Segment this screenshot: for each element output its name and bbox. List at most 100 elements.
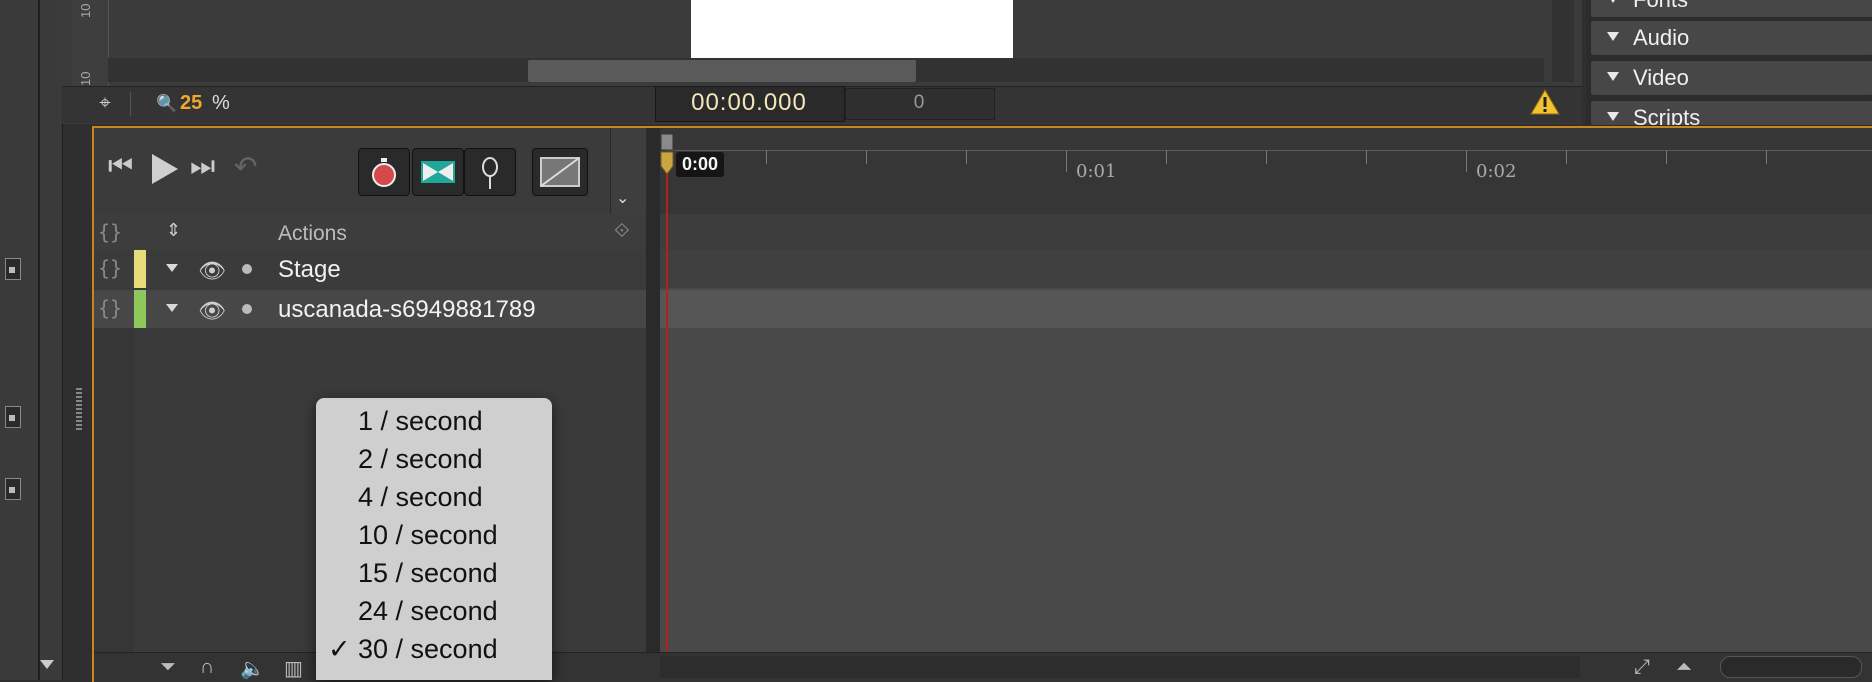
- transition-icon: [421, 161, 455, 183]
- keyframe-settings-icon[interactable]: ⟐: [614, 220, 630, 243]
- ruler-tick: [1466, 150, 1467, 172]
- expand-icon[interactable]: ⤢: [1634, 656, 1650, 679]
- fps-option-selected[interactable]: ✓ 30 / second: [316, 632, 552, 670]
- ruler-tick: [866, 150, 867, 164]
- fps-option-label: 2 / second: [358, 444, 483, 474]
- panel-section-video[interactable]: Video: [1590, 60, 1872, 96]
- fps-option-label: 24 / second: [358, 596, 498, 626]
- disclosure-triangle-icon: [1607, 32, 1619, 41]
- panel-section-fonts[interactable]: Fonts: [1590, 0, 1872, 18]
- layer-color-swatch: [134, 290, 146, 328]
- fps-option[interactable]: 10 / second: [316, 518, 552, 556]
- current-time[interactable]: 00:00.000: [655, 89, 843, 117]
- dock-handle[interactable]: [5, 478, 21, 500]
- magnet-icon[interactable]: ∩: [200, 656, 214, 679]
- fps-dropdown-menu: 1 / second 2 / second 4 / second 10 / se…: [316, 398, 552, 680]
- braces-icon[interactable]: {}: [98, 220, 122, 244]
- zoom-unit: %: [212, 92, 230, 114]
- actions-header: Actions: [278, 222, 347, 245]
- grid-row-uscanada[interactable]: [660, 290, 1872, 328]
- dock-divider: [38, 0, 40, 680]
- ruler-tick: [1666, 150, 1667, 164]
- dock-handle[interactable]: [5, 258, 21, 280]
- panel-section-audio[interactable]: Audio: [1590, 20, 1872, 56]
- ruler-tick: [966, 150, 967, 164]
- pin-button[interactable]: [464, 148, 516, 196]
- fps-option[interactable]: 4 / second: [316, 480, 552, 518]
- fps-option[interactable]: 2 / second: [316, 442, 552, 480]
- ruler-tick: [1166, 150, 1167, 164]
- columns-icon[interactable]: ▥: [284, 656, 303, 681]
- zoom-value[interactable]: 25: [180, 92, 202, 115]
- chevron-down-icon[interactable]: ⌄: [616, 188, 629, 208]
- stopwatch-button[interactable]: [358, 148, 410, 196]
- fps-option-label: 15 / second: [358, 558, 498, 588]
- stage-canvas[interactable]: [691, 0, 1013, 58]
- section-label: Scripts: [1633, 105, 1701, 126]
- speaker-icon[interactable]: 🔈: [240, 656, 265, 681]
- skip-forward-icon[interactable]: ⏭: [190, 150, 215, 183]
- disclosure-triangle-icon: [1607, 0, 1619, 3]
- playhead-time-label: 0:00: [676, 152, 725, 177]
- transition-button[interactable]: [412, 148, 464, 196]
- target-icon[interactable]: ⌖: [94, 92, 116, 114]
- current-frame[interactable]: 0: [845, 92, 993, 114]
- eye-icon[interactable]: 👁: [198, 258, 226, 284]
- disclosure-triangle-icon[interactable]: [166, 304, 178, 312]
- easing-button[interactable]: [532, 148, 588, 196]
- playhead-line: [666, 174, 668, 652]
- panel-section-scripts[interactable]: Scripts: [1590, 100, 1872, 126]
- section-label: Fonts: [1633, 0, 1688, 13]
- layer-name: Stage: [278, 256, 341, 283]
- dock-collapse-icon[interactable]: [40, 660, 54, 669]
- ruler-tick: [1766, 150, 1767, 164]
- dock-handle[interactable]: [5, 406, 21, 428]
- grid-row-stage[interactable]: [660, 250, 1872, 288]
- ruler-tick: [1266, 150, 1267, 164]
- fps-option[interactable]: 1 / second: [316, 404, 552, 442]
- collapse-all-icon[interactable]: ⇕: [166, 220, 181, 241]
- disclosure-triangle-icon: [1607, 72, 1619, 81]
- fps-option-label: 4 / second: [358, 482, 483, 512]
- splitter-grip-icon[interactable]: [76, 388, 82, 432]
- play-icon[interactable]: [148, 152, 180, 186]
- eye-icon[interactable]: 👁: [198, 298, 226, 324]
- ruler-baseline: [666, 150, 1872, 151]
- ruler-tick: [1566, 150, 1567, 164]
- layer-row-stage[interactable]: {} 👁 Stage: [94, 250, 703, 288]
- timeline-zoom-slider[interactable]: [1720, 656, 1862, 678]
- ruler-label: 10: [78, 71, 93, 86]
- ruler-label: 0:01: [1076, 161, 1117, 182]
- stage-scroll-thumb[interactable]: [528, 60, 916, 82]
- fps-option[interactable]: 15 / second: [316, 556, 552, 594]
- divider: [130, 92, 131, 116]
- disclosure-triangle-icon[interactable]: [166, 264, 178, 272]
- undo-icon[interactable]: ↶: [234, 150, 257, 183]
- playhead-handle[interactable]: [660, 134, 674, 174]
- stage-vertical-scrollbar[interactable]: [1552, 0, 1574, 82]
- layer-row-uscanada[interactable]: {} 👁 uscanada-s6949881789: [94, 290, 703, 328]
- braces-icon[interactable]: {}: [98, 296, 122, 320]
- timeline-horizontal-scrollbar[interactable]: [660, 656, 1580, 678]
- timeline-splitter[interactable]: [646, 128, 660, 680]
- time-ruler[interactable]: [660, 128, 1872, 215]
- zoom-out-icon[interactable]: ⏶: [1676, 656, 1692, 679]
- zoom-icon[interactable]: 🔍: [156, 94, 177, 114]
- layer-color-swatch: [134, 250, 146, 288]
- lock-dot-icon[interactable]: [242, 264, 252, 274]
- ruler-tick: [1066, 150, 1067, 172]
- vertical-ruler: 10 10: [72, 0, 109, 88]
- checkmark-icon: ✓: [328, 634, 351, 664]
- stopwatch-icon: [372, 158, 396, 187]
- fps-option[interactable]: 24 / second: [316, 594, 552, 632]
- ruler-tick: [1366, 150, 1367, 164]
- skip-back-icon[interactable]: ⏮: [108, 150, 133, 183]
- layer-gutter: [94, 328, 134, 652]
- braces-icon[interactable]: {}: [98, 256, 122, 280]
- warning-icon[interactable]: [1530, 88, 1560, 116]
- ruler-label: 10: [78, 3, 93, 18]
- lock-dot-icon[interactable]: [242, 304, 252, 314]
- ruler-tick: [766, 150, 767, 164]
- section-label: Video: [1633, 65, 1689, 90]
- filter-icon[interactable]: ⏷: [160, 656, 176, 679]
